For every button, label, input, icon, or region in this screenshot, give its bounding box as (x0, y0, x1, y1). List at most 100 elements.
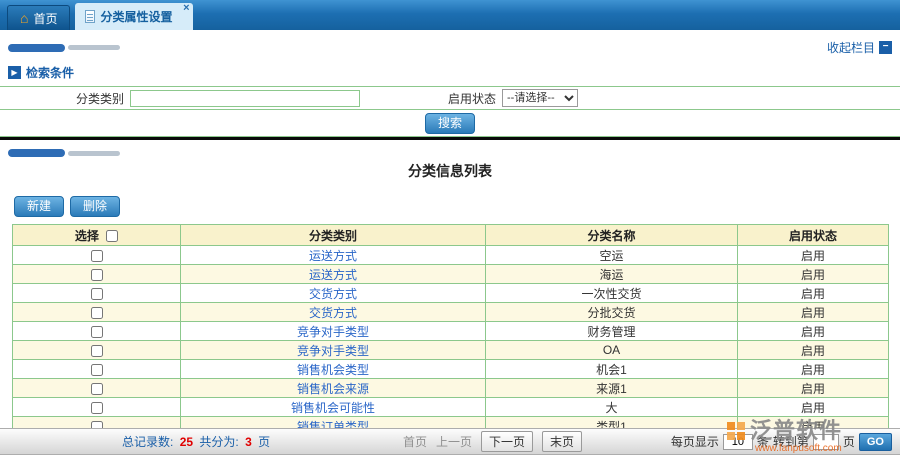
total-pages-value: 3 (245, 435, 252, 449)
search-button[interactable]: 搜索 (424, 112, 475, 134)
status-cell: 启用 (737, 302, 889, 322)
tab-home[interactable]: ⌂ 首页 (7, 5, 71, 30)
status-cell: 启用 (737, 321, 889, 341)
search-form-row: 分类类别 启用状态 --请选择-- (0, 86, 900, 110)
table-row: 交货方式 分批交货 启用 (12, 302, 889, 322)
table-row: 销售机会来源 来源1 启用 (12, 378, 889, 398)
status-cell: 启用 (737, 359, 889, 379)
row-checkbox[interactable] (90, 363, 103, 376)
category-link[interactable]: 运送方式 (309, 249, 357, 263)
collapse-columns-link[interactable]: 收起栏目 − (827, 39, 892, 56)
last-page-button[interactable]: 末页 (542, 431, 583, 452)
category-name-cell: 空运 (485, 245, 738, 265)
category-type-label: 分类类别 (75, 91, 124, 106)
category-link[interactable]: 销售机会可能性 (291, 401, 375, 415)
category-link[interactable]: 销售机会类型 (297, 363, 369, 377)
total-records-value: 25 (179, 435, 194, 449)
enable-status-select[interactable]: --请选择-- (502, 89, 579, 107)
prev-page-link[interactable]: 上一页 (436, 433, 472, 450)
category-name-cell: 一次性交货 (485, 283, 738, 303)
category-name-cell: 海运 (485, 264, 738, 284)
header-status: 启用状态 (737, 224, 889, 246)
status-cell: 启用 (737, 283, 889, 303)
row-checkbox[interactable] (90, 325, 103, 338)
category-link[interactable]: 运送方式 (309, 268, 357, 282)
row-checkbox[interactable] (90, 401, 103, 414)
enable-status-label: 启用状态 (448, 91, 497, 106)
decoration-bar (8, 149, 900, 157)
status-cell: 启用 (737, 340, 889, 360)
goto-page-label: 转到第 (772, 435, 809, 449)
table-row: 竞争对手类型 OA 启用 (12, 340, 889, 360)
table-header-row: 选择 分类类别 分类名称 启用状态 (12, 224, 889, 246)
row-checkbox[interactable] (90, 287, 103, 300)
total-records-label: 总记录数: (122, 435, 174, 449)
table-row: 销售机会类型 机会1 启用 (12, 359, 889, 379)
status-cell: 启用 (737, 378, 889, 398)
row-checkbox[interactable] (90, 382, 103, 395)
header-category: 分类类别 (180, 224, 486, 246)
next-page-button[interactable]: 下一页 (481, 431, 534, 452)
tab-close-icon[interactable]: × (183, 3, 189, 14)
table-row: 销售机会可能性 大 启用 (12, 397, 889, 417)
pagination-bar: 总记录数: 25 共分为: 3 页 首页 上一页 下一页 末页 每页显示 条 转… (0, 428, 900, 455)
action-buttons-row: 新建 删除 (14, 196, 900, 217)
section-divider (0, 137, 900, 140)
content-header-row: 收起栏目 − (8, 39, 892, 56)
new-button[interactable]: 新建 (14, 196, 65, 217)
category-link[interactable]: 交货方式 (309, 306, 357, 320)
category-name-cell: 财务管理 (485, 321, 738, 341)
category-name-cell: 分批交货 (485, 302, 738, 322)
per-page-unit: 条 (756, 435, 769, 449)
category-name-cell: 大 (485, 397, 738, 417)
select-all-checkbox[interactable] (106, 230, 119, 243)
search-conditions-title: ▶ 检索条件 (8, 64, 900, 81)
goto-page-input[interactable] (812, 433, 839, 450)
category-table: 选择 分类类别 分类名称 启用状态 运送方式 空运 启用 运送方式 海运 启用 (12, 224, 889, 436)
collapse-columns-label: 收起栏目 (826, 41, 875, 55)
table-row: 运送方式 海运 启用 (12, 264, 889, 284)
tab-home-label: 首页 (33, 11, 58, 26)
section-arrow-icon: ▶ (8, 66, 21, 79)
category-link[interactable]: 交货方式 (309, 287, 357, 301)
header-select: 选择 (74, 228, 99, 243)
decoration-bar (8, 43, 120, 52)
tab-bar: ⌂ 首页 分类属性设置 × (0, 0, 900, 30)
first-page-link[interactable]: 首页 (403, 433, 427, 450)
category-type-input[interactable] (130, 89, 360, 107)
page-nav: 首页 上一页 下一页 末页 (403, 431, 583, 452)
per-page-label: 每页显示 (670, 435, 719, 449)
status-cell: 启用 (737, 245, 889, 265)
category-link[interactable]: 竞争对手类型 (297, 325, 369, 339)
home-icon: ⌂ (20, 10, 29, 26)
per-page-input[interactable] (722, 433, 753, 450)
category-name-cell: 来源1 (485, 378, 738, 398)
search-button-row: 搜索 (0, 110, 900, 137)
row-checkbox[interactable] (90, 306, 103, 319)
total-pages-unit: 页 (258, 435, 271, 449)
table-row: 交货方式 一次性交货 启用 (12, 283, 889, 303)
document-icon (85, 10, 96, 23)
app-window: ⌂ 首页 分类属性设置 × 收起栏目 − ▶ 检索条件 分类类别 启用状态 --… (0, 0, 900, 461)
row-checkbox[interactable] (90, 249, 103, 262)
category-link[interactable]: 竞争对手类型 (297, 344, 369, 358)
header-name: 分类名称 (485, 224, 738, 246)
status-cell: 启用 (737, 264, 889, 284)
row-checkbox[interactable] (90, 268, 103, 281)
category-name-cell: 机会1 (485, 359, 738, 379)
table-row: 竞争对手类型 财务管理 启用 (12, 321, 889, 341)
status-cell: 启用 (737, 397, 889, 417)
go-button[interactable]: GO (858, 432, 892, 451)
goto-page-unit: 页 (842, 435, 855, 449)
row-checkbox[interactable] (90, 344, 103, 357)
tab-category-settings-label: 分类属性设置 (100, 10, 173, 24)
search-conditions-label: 检索条件 (26, 66, 75, 80)
page-size-controls: 每页显示 条 转到第 页 GO (670, 432, 892, 451)
tab-category-settings[interactable]: 分类属性设置 × (75, 3, 193, 30)
collapse-icon: − (879, 41, 892, 54)
record-summary: 总记录数: 25 共分为: 3 页 (122, 433, 270, 450)
table-row: 运送方式 空运 启用 (12, 245, 889, 265)
category-link[interactable]: 销售机会来源 (297, 382, 369, 396)
total-pages-label: 共分为: (199, 435, 239, 449)
delete-button[interactable]: 删除 (70, 196, 121, 217)
